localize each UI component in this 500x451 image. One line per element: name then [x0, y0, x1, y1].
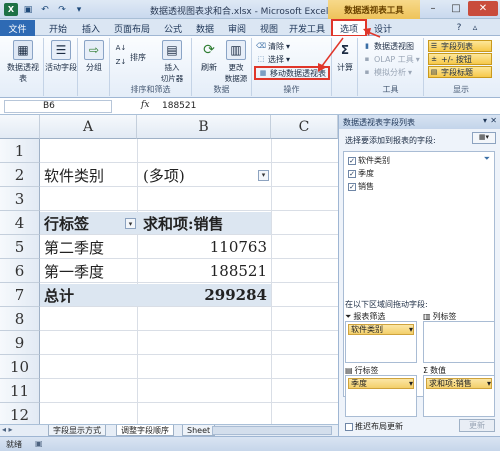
row-header-8[interactable]: 8	[0, 307, 40, 331]
field-item[interactable]: ✓ 软件类别	[348, 155, 390, 166]
row-header-10[interactable]: 10	[0, 355, 40, 379]
status-bar: 就绪 ▣	[0, 436, 500, 451]
row-header-9[interactable]: 9	[0, 331, 40, 355]
row-header-2[interactable]: 2	[0, 163, 40, 187]
field-checkbox[interactable]: ✓	[348, 169, 356, 178]
row-header-4[interactable]: 4	[0, 211, 40, 235]
rows-icon: ▤	[345, 366, 353, 375]
gridline	[40, 402, 338, 403]
cell-b7[interactable]: 299284	[137, 283, 267, 307]
filter-dropdown-icon[interactable]: ▾	[258, 169, 269, 181]
filter-funnel-icon: ⏷	[345, 311, 352, 321]
sheet-tab-1[interactable]: 字段显示方式	[48, 425, 106, 436]
update-button[interactable]: 更新	[459, 419, 495, 432]
pane-header: 数据透视表字段列表 ▾ ✕	[339, 115, 500, 129]
columns-icon: ▥	[423, 312, 431, 321]
cell-a5[interactable]: 第二季度	[44, 235, 104, 259]
sheet-tab-2[interactable]: 调整字段顺序	[116, 425, 174, 436]
defer-update-checkbox[interactable]	[345, 422, 353, 431]
worksheet: A B C 1 2 3 4 5 6 7 8 9 10 11 12 软件类别 (多…	[0, 115, 338, 424]
values-area[interactable]: 求和项:销售 ▾	[423, 375, 495, 417]
field-item[interactable]: ✓ 销售	[348, 181, 374, 192]
filter-value: (多项)	[143, 166, 185, 185]
column-header-a[interactable]: A	[40, 115, 137, 139]
pane-close-icon[interactable]: ✕	[490, 116, 497, 125]
name-box[interactable]: B6	[4, 100, 112, 113]
column-header-c[interactable]: C	[271, 115, 338, 139]
row-label-header: 行标签	[44, 214, 90, 233]
row-header-5[interactable]: 5	[0, 235, 40, 259]
report-filter-area[interactable]: 软件类别 ▾	[345, 321, 417, 363]
row-header-6[interactable]: 6	[0, 259, 40, 283]
field-checkbox[interactable]: ✓	[348, 156, 356, 165]
sheet-nav-icon[interactable]: ◂ ▸	[2, 425, 13, 434]
defer-update-option[interactable]: 推迟布局更新	[345, 421, 403, 432]
cell-b5[interactable]: 110763	[137, 235, 267, 259]
drag-fields-label: 在以下区域间拖动字段:	[345, 300, 428, 309]
select-all-corner[interactable]	[0, 115, 40, 139]
column-header-b[interactable]: B	[137, 115, 271, 139]
macro-record-icon[interactable]: ▣	[35, 439, 43, 448]
cell-b6[interactable]: 188521	[137, 259, 267, 283]
formula-input[interactable]: 188521	[162, 101, 196, 111]
chip-dropdown-icon[interactable]: ▾	[487, 379, 491, 388]
pane-title: 数据透视表字段列表	[343, 117, 415, 127]
row-header-3[interactable]: 3	[0, 187, 40, 211]
cell-a4[interactable]: 行标签 ▾	[44, 211, 136, 235]
value-field-chip[interactable]: 求和项:销售 ▾	[426, 378, 492, 389]
chip-dropdown-icon[interactable]: ▾	[409, 325, 413, 334]
row-labels-area[interactable]: 季度 ▾	[345, 375, 417, 417]
column-labels-area[interactable]	[423, 321, 495, 363]
chip-dropdown-icon[interactable]: ▾	[409, 379, 413, 388]
pivot-field-list-pane: 数据透视表字段列表 ▾ ✕ 选择要添加到报表的字段: ▦▾ ✓ 软件类别 ⏷ ✓…	[338, 115, 500, 436]
cell-b4[interactable]: 求和项:销售	[143, 211, 224, 235]
row-label-dropdown-icon[interactable]: ▾	[125, 217, 136, 229]
pane-dropdown-icon[interactable]: ▾	[483, 116, 487, 125]
status-ready: 就绪	[6, 440, 22, 449]
field-item[interactable]: ✓ 季度	[348, 168, 374, 179]
cell-b2[interactable]: (多项) ▾	[143, 163, 269, 187]
sigma-icon: Σ	[423, 366, 429, 375]
horizontal-scrollbar[interactable]	[212, 426, 332, 435]
choose-fields-label: 选择要添加到报表的字段:	[345, 136, 436, 145]
cell-a7[interactable]: 总计	[44, 283, 74, 307]
field-checkbox[interactable]: ✓	[348, 182, 356, 191]
gridline	[40, 330, 338, 331]
row-header-1[interactable]: 1	[0, 139, 40, 163]
fx-icon[interactable]: fx	[141, 100, 149, 110]
gridline	[40, 354, 338, 355]
row-header-7[interactable]: 7	[0, 283, 40, 307]
row-header-12[interactable]: 12	[0, 403, 40, 424]
formula-bar: B6 fx 188521	[0, 98, 500, 115]
layout-options-icon[interactable]: ▦▾	[472, 132, 496, 144]
row-field-chip[interactable]: 季度 ▾	[348, 378, 414, 389]
sheet-tab-3[interactable]: Sheet	[182, 425, 216, 436]
row-header-11[interactable]: 11	[0, 379, 40, 403]
field-filter-icon: ⏷	[483, 154, 490, 163]
cell-a6[interactable]: 第一季度	[44, 259, 104, 283]
cell-a2[interactable]: 软件类别	[44, 163, 104, 187]
gridline	[40, 378, 338, 379]
filter-field-chip[interactable]: 软件类别 ▾	[348, 324, 414, 335]
sheet-tabs-bar: ◂ ▸ 字段显示方式 调整字段顺序 Sheet	[0, 424, 338, 436]
